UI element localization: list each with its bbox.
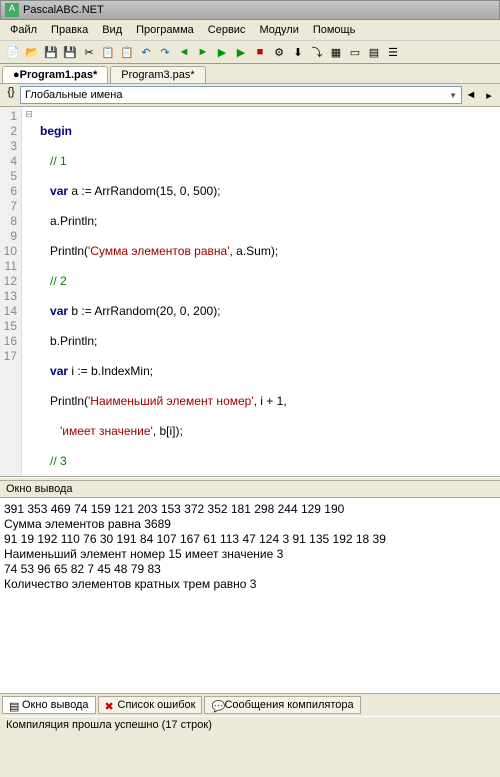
- menu-edit[interactable]: Правка: [45, 22, 94, 38]
- paste-icon[interactable]: 📋: [118, 43, 136, 61]
- step-into-icon[interactable]: ⬇: [289, 43, 307, 61]
- save-all-icon[interactable]: 💾: [61, 43, 79, 61]
- message-icon: 💬: [211, 700, 221, 710]
- error-icon: ✖: [105, 700, 115, 710]
- cut-icon[interactable]: ✂: [80, 43, 98, 61]
- app-title: PascalABC.NET: [23, 4, 104, 16]
- title-bar: A PascalABC.NET: [0, 0, 500, 20]
- scope-select[interactable]: Глобальные имена ▼: [20, 86, 462, 104]
- code-area[interactable]: begin // 1 var a := ArrRandom(15, 0, 500…: [36, 107, 500, 476]
- output-panel[interactable]: 391 353 469 74 159 121 203 153 372 352 1…: [0, 498, 500, 693]
- new-file-icon[interactable]: 📄: [4, 43, 22, 61]
- run-icon[interactable]: ▶: [213, 43, 231, 61]
- btab-errors[interactable]: ✖Список ошибок: [98, 696, 203, 714]
- copy-icon[interactable]: 📋: [99, 43, 117, 61]
- panel-icon[interactable]: ▤: [365, 43, 383, 61]
- output-icon: ▤: [9, 700, 19, 710]
- scope-prev-icon[interactable]: ◄: [462, 86, 480, 104]
- menu-help[interactable]: Помощь: [307, 22, 362, 38]
- scope-bar: {} Глобальные имена ▼ ◄ ▸: [0, 84, 500, 107]
- back-icon[interactable]: ◄: [175, 43, 193, 61]
- output-title: Окно вывода: [0, 481, 500, 498]
- scope-next-icon[interactable]: ▸: [480, 86, 498, 104]
- scope-icon: {}: [2, 86, 20, 104]
- stop-icon[interactable]: ■: [251, 43, 269, 61]
- menu-program[interactable]: Программа: [130, 22, 200, 38]
- code-editor[interactable]: 1234567891011121314151617 ⊟ begin // 1 v…: [0, 107, 500, 477]
- forward-icon[interactable]: ►: [194, 43, 212, 61]
- menu-bar: Файл Правка Вид Программа Сервис Модули …: [0, 20, 500, 41]
- menu-file[interactable]: Файл: [4, 22, 43, 38]
- btab-messages[interactable]: 💬Сообщения компилятора: [204, 696, 360, 714]
- tab-program1[interactable]: ●Program1.pas*: [2, 66, 108, 83]
- compile-icon[interactable]: ⚙: [270, 43, 288, 61]
- line-gutter: 1234567891011121314151617: [0, 107, 22, 476]
- run-no-debug-icon[interactable]: ▶: [232, 43, 250, 61]
- redo-icon[interactable]: ↷: [156, 43, 174, 61]
- fold-gutter: ⊟: [22, 107, 36, 476]
- undo-icon[interactable]: ↶: [137, 43, 155, 61]
- toolbar: 📄 📂 💾 💾 ✂ 📋 📋 ↶ ↷ ◄ ► ▶ ▶ ■ ⚙ ⬇ ⤵ ▦ ▭ ▤ …: [0, 41, 500, 64]
- step-over-icon[interactable]: ⤵: [308, 43, 326, 61]
- bottom-tabs: ▤Окно вывода ✖Список ошибок 💬Сообщения к…: [0, 693, 500, 716]
- tab-program3[interactable]: Program3.pas*: [110, 66, 205, 83]
- window-icon[interactable]: ▭: [346, 43, 364, 61]
- save-icon[interactable]: 💾: [42, 43, 60, 61]
- menu-modules[interactable]: Модули: [253, 22, 304, 38]
- list-icon[interactable]: ☰: [384, 43, 402, 61]
- scope-label: Глобальные имена: [25, 89, 123, 101]
- app-icon: A: [5, 3, 19, 17]
- editor-tabs: ●Program1.pas* Program3.pas*: [0, 64, 500, 84]
- chevron-down-icon: ▼: [449, 91, 457, 100]
- menu-service[interactable]: Сервис: [202, 22, 252, 38]
- open-file-icon[interactable]: 📂: [23, 43, 41, 61]
- fold-minus-icon[interactable]: ⊟: [22, 107, 36, 122]
- form-icon[interactable]: ▦: [327, 43, 345, 61]
- btab-output[interactable]: ▤Окно вывода: [2, 696, 96, 714]
- status-bar: Компиляция прошла успешно (17 строк): [0, 716, 500, 733]
- menu-view[interactable]: Вид: [96, 22, 128, 38]
